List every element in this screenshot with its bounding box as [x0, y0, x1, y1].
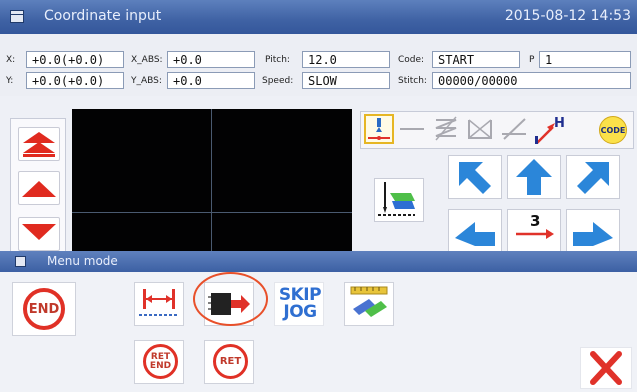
point-sew-button[interactable] — [364, 114, 394, 144]
zigzag-fill-icon — [435, 116, 457, 141]
date-time: 2015-08-12 14:53 — [504, 8, 631, 24]
return-button[interactable]: RET — [204, 340, 254, 384]
cross-stitch-icon — [468, 119, 492, 139]
crossed-lines-icon — [502, 118, 526, 140]
highlight-circle — [193, 272, 268, 326]
pitch-label: Pitch: — [265, 55, 290, 65]
window-icon — [10, 10, 24, 23]
x-field[interactable]: +0.0(+0.0) — [26, 51, 124, 68]
title-bar: Coordinate input 2015-08-12 14:53 — [0, 0, 637, 34]
move-up-right-button[interactable] — [566, 155, 620, 199]
zigzag-fill-button[interactable] — [431, 114, 461, 144]
ruler-edit-icon — [350, 286, 388, 317]
y-abs-field[interactable]: +0.0 — [167, 72, 255, 89]
p-field[interactable]: 1 — [539, 51, 631, 68]
right-arrow-icon — [573, 222, 613, 246]
menu-title: Menu mode — [47, 254, 118, 268]
window-title: Coordinate input — [44, 8, 162, 24]
pattern-preview — [72, 109, 352, 256]
return-end-button[interactable]: RET END — [134, 340, 184, 384]
needle-point-icon — [368, 118, 390, 140]
step-arrow-icon — [516, 229, 554, 239]
left-arrow-icon — [455, 222, 495, 246]
y-label: Y: — [6, 76, 14, 86]
menu-window-icon — [15, 256, 26, 267]
width-measure-icon — [139, 289, 179, 316]
x-label: X: — [6, 55, 16, 65]
speed-field[interactable]: SLOW — [302, 72, 390, 89]
close-icon — [590, 351, 622, 385]
end-button[interactable]: END — [12, 282, 76, 336]
step-size-button[interactable]: 3 — [507, 209, 561, 253]
jump-height-button[interactable]: H — [533, 114, 565, 144]
up-arrow-icon — [22, 181, 56, 197]
code-button[interactable]: CODE — [599, 116, 627, 144]
speed-label: Speed: — [262, 76, 294, 86]
straight-line-button[interactable] — [397, 114, 427, 144]
up-left-arrow-icon — [459, 162, 491, 194]
menu-panel: END SKIP JOG RET END RET — [0, 272, 637, 392]
y-abs-label: Y_ABS: — [131, 76, 162, 86]
height-arrow-icon: H — [535, 116, 565, 144]
jog-label: JOG — [283, 302, 317, 322]
needle-thread-icon — [378, 182, 415, 216]
move-right-button[interactable] — [566, 209, 620, 253]
code-label: Code: — [398, 55, 425, 65]
preview-h-axis — [72, 212, 352, 213]
stitch-field[interactable]: 00000/00000 — [432, 72, 631, 89]
move-up-left-button[interactable] — [448, 155, 502, 199]
pitch-field[interactable]: 12.0 — [302, 51, 390, 68]
straight-line-icon — [400, 128, 424, 130]
move-left-button[interactable] — [448, 209, 502, 253]
p-label: P — [529, 55, 535, 65]
x-abs-field[interactable]: +0.0 — [167, 51, 255, 68]
return-end-icon: RET END — [143, 344, 178, 379]
menu-title-bar: Menu mode — [0, 251, 637, 272]
stitch-label: Stitch: — [398, 76, 427, 86]
skip-jog-button[interactable]: SKIP JOG — [274, 282, 324, 326]
return-end-bottom-label: END — [149, 360, 172, 371]
measure-button[interactable] — [134, 282, 184, 326]
return-icon: RET — [213, 344, 248, 379]
end-icon: END — [23, 288, 65, 330]
svg-text:H: H — [554, 116, 565, 131]
up-right-arrow-icon — [577, 162, 609, 194]
down-arrow-icon — [22, 224, 56, 240]
sewing-needle-button[interactable] — [374, 178, 424, 222]
code-field[interactable]: START — [432, 51, 520, 68]
down-button[interactable] — [18, 217, 60, 251]
cross-stitch-button[interactable] — [465, 114, 495, 144]
edit-pattern-button[interactable] — [344, 282, 394, 326]
close-button[interactable] — [580, 347, 632, 389]
y-field[interactable]: +0.0(+0.0) — [26, 72, 124, 89]
preview-v-axis — [211, 109, 212, 256]
up-button[interactable] — [18, 171, 60, 205]
x-abs-label: X_ABS: — [131, 55, 163, 65]
double-up-arrow-icon — [23, 132, 55, 157]
crossed-line-button[interactable] — [499, 114, 529, 144]
up-arrow-icon — [516, 159, 552, 195]
stitch-type-toolbar: H CODE — [360, 111, 634, 149]
move-controls — [10, 118, 66, 252]
fast-up-button[interactable] — [18, 127, 60, 161]
move-up-button[interactable] — [507, 155, 561, 199]
